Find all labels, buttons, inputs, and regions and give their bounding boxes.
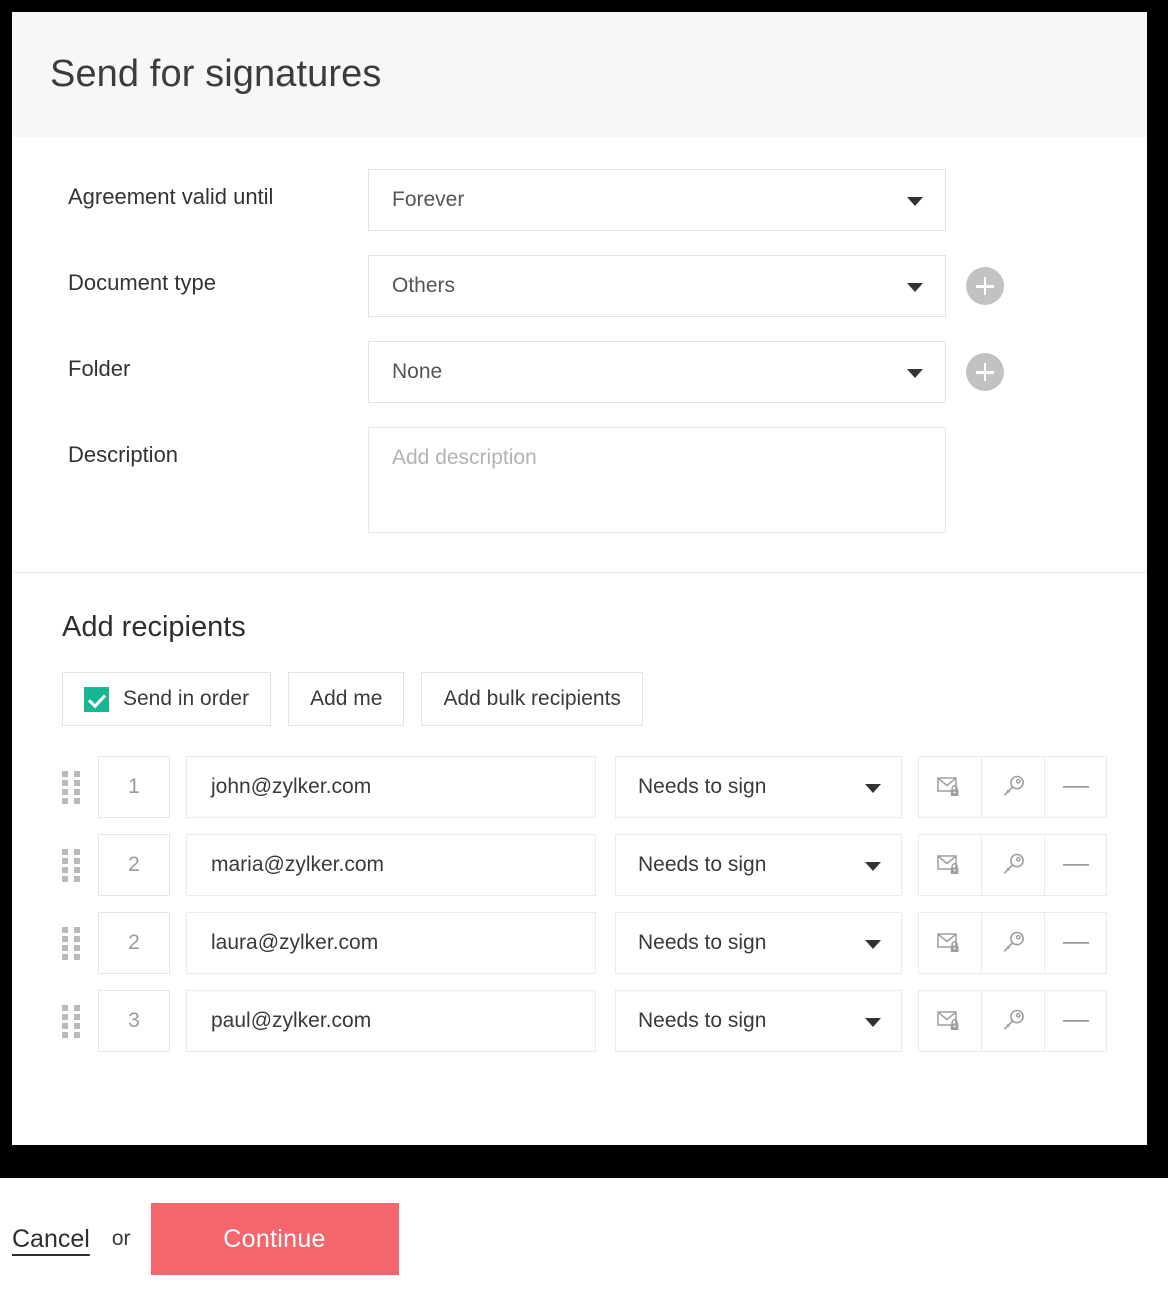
remove-recipient-icon[interactable] <box>1044 990 1107 1052</box>
select-document-type[interactable]: Others <box>368 255 946 317</box>
field-wrap-agreement-valid-until: Forever <box>368 169 946 231</box>
add-document-type-button[interactable] <box>966 267 1004 305</box>
recipient-role-value: Needs to sign <box>638 931 767 954</box>
label-description: Description <box>68 442 179 467</box>
add-bulk-recipients-label: Add bulk recipients <box>443 687 621 710</box>
remove-recipient-icon[interactable] <box>1044 912 1107 974</box>
private-message-icon[interactable] <box>918 756 981 818</box>
recipient-role-value: Needs to sign <box>638 775 767 798</box>
continue-button[interactable]: Continue <box>150 1203 399 1275</box>
recipient-email-input[interactable]: laura@zylker.com <box>186 912 596 974</box>
chevron-down-icon <box>907 197 923 206</box>
chevron-down-icon <box>865 1018 881 1027</box>
recipient-role-select[interactable]: Needs to sign <box>615 756 902 818</box>
drag-handle-icon[interactable] <box>62 848 82 882</box>
recipient-actions <box>918 834 1107 896</box>
dialog-title: Send for signatures <box>50 53 382 95</box>
select-agreement-valid-until[interactable]: Forever <box>368 169 946 231</box>
add-recipients-section: Add recipients Send in order Add me Add … <box>12 573 1147 1052</box>
access-code-icon[interactable] <box>981 756 1044 818</box>
recipient-order-input[interactable]: 2 <box>98 834 170 896</box>
recipient-order-input[interactable]: 3 <box>98 990 170 1052</box>
recipient-order-input[interactable]: 2 <box>98 912 170 974</box>
send-in-order-toggle[interactable]: Send in order <box>62 672 272 726</box>
select-value-agreement-valid-until: Forever <box>392 188 465 211</box>
recipients-toolbar: Send in order Add me Add bulk recipients <box>12 672 1147 726</box>
field-wrap-folder: None <box>368 341 946 403</box>
drag-handle-icon[interactable] <box>62 926 82 960</box>
recipient-actions <box>918 912 1107 974</box>
recipient-actions <box>918 756 1107 818</box>
add-bulk-recipients-button[interactable]: Add bulk recipients <box>421 672 643 726</box>
add-folder-button[interactable] <box>966 353 1004 391</box>
recipient-role-select[interactable]: Needs to sign <box>615 990 902 1052</box>
drag-handle-icon[interactable] <box>62 770 82 804</box>
chevron-down-icon <box>907 369 923 378</box>
recipient-role-value: Needs to sign <box>638 853 767 876</box>
add-recipients-heading: Add recipients <box>62 611 246 643</box>
dialog-footer: Cancel or Continue <box>0 1178 1168 1300</box>
or-separator-label: or <box>111 1227 131 1250</box>
recipient-actions <box>918 990 1107 1052</box>
form-row-folder: Folder None <box>12 341 1147 403</box>
form-row-description: Description <box>12 427 1147 538</box>
label-document-type: Document type <box>68 270 216 295</box>
recipient-role-select[interactable]: Needs to sign <box>615 912 902 974</box>
recipient-row: 2 maria@zylker.com Needs to sign <box>12 834 1147 896</box>
label-agreement-valid-until: Agreement valid until <box>68 184 274 209</box>
private-message-icon[interactable] <box>918 834 981 896</box>
recipient-role-select[interactable]: Needs to sign <box>615 834 902 896</box>
access-code-icon[interactable] <box>981 912 1044 974</box>
select-folder[interactable]: None <box>368 341 946 403</box>
add-me-label: Add me <box>310 687 383 710</box>
recipient-email-input[interactable]: maria@zylker.com <box>186 834 596 896</box>
form-row-document-type: Document type Others <box>12 255 1147 317</box>
send-for-signatures-dialog: Send for signatures Agreement valid unti… <box>12 12 1147 1145</box>
remove-recipient-icon[interactable] <box>1044 834 1107 896</box>
description-textarea[interactable] <box>368 427 946 533</box>
add-me-button[interactable]: Add me <box>288 672 405 726</box>
recipient-row: 3 paul@zylker.com Needs to sign <box>12 990 1147 1052</box>
recipient-email-input[interactable]: john@zylker.com <box>186 756 596 818</box>
recipient-row: 2 laura@zylker.com Needs to sign <box>12 912 1147 974</box>
chevron-down-icon <box>865 862 881 871</box>
label-folder: Folder <box>68 356 131 381</box>
checkbox-checked-icon <box>84 686 109 712</box>
recipient-order-input[interactable]: 1 <box>98 756 170 818</box>
drag-handle-icon[interactable] <box>62 1004 82 1038</box>
access-code-icon[interactable] <box>981 834 1044 896</box>
recipient-email-input[interactable]: paul@zylker.com <box>186 990 596 1052</box>
private-message-icon[interactable] <box>918 912 981 974</box>
chevron-down-icon <box>865 940 881 949</box>
dialog-header: Send for signatures <box>12 12 1147 137</box>
select-value-folder: None <box>392 360 443 383</box>
form-row-agreement-valid-until: Agreement valid until Forever <box>12 169 1147 231</box>
access-code-icon[interactable] <box>981 990 1044 1052</box>
chevron-down-icon <box>865 784 881 793</box>
send-in-order-label: Send in order <box>123 687 250 710</box>
recipient-row: 1 john@zylker.com Needs to sign <box>12 756 1147 818</box>
select-value-document-type: Others <box>392 274 456 297</box>
field-wrap-document-type: Others <box>368 255 946 317</box>
private-message-icon[interactable] <box>918 990 981 1052</box>
recipient-role-value: Needs to sign <box>638 1009 767 1032</box>
cancel-button[interactable]: Cancel <box>12 1225 90 1254</box>
agreement-settings-form: Agreement valid until Forever Document t… <box>12 137 1147 573</box>
field-wrap-description <box>368 427 946 538</box>
screen-root: Send for signatures Agreement valid unti… <box>0 0 1168 1300</box>
chevron-down-icon <box>907 283 923 292</box>
remove-recipient-icon[interactable] <box>1044 756 1107 818</box>
